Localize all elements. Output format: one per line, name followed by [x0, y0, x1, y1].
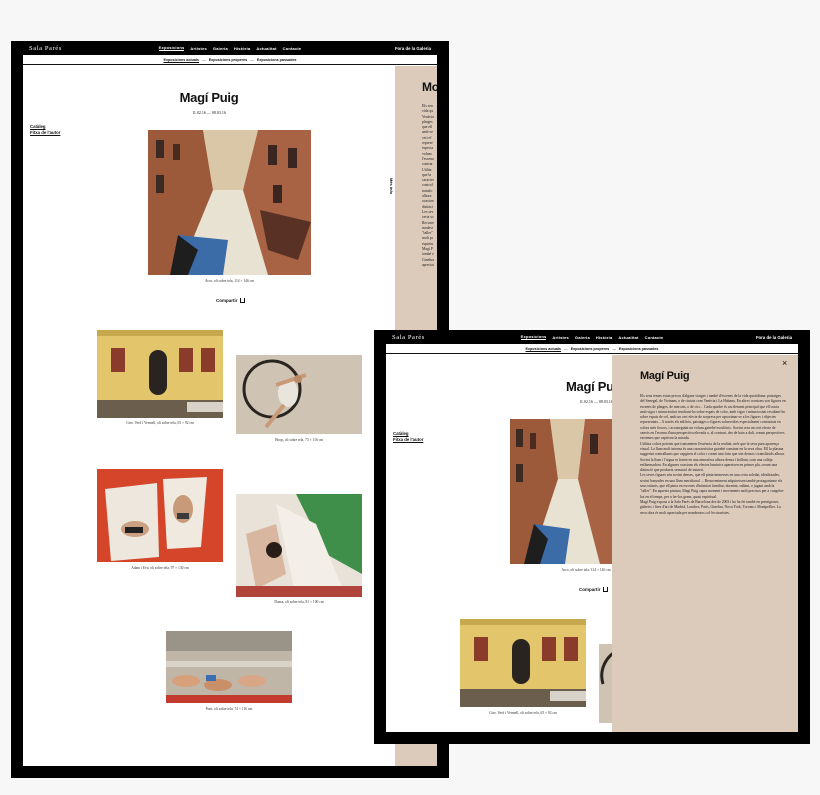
share-label: Compartir [579, 587, 601, 592]
subnav-separator: — [564, 346, 568, 351]
nav-item-historia[interactable]: Història [596, 335, 613, 340]
artwork-thumb-2[interactable] [236, 355, 362, 434]
artwork-caption: Pont, oli sobre tela, 74 × 116 cm [205, 707, 253, 711]
artwork-thumb-4[interactable] [236, 494, 362, 597]
venice-facade-painting [97, 330, 223, 418]
artwork-thumb-3[interactable] [97, 469, 223, 562]
venice-canal-painting [510, 419, 612, 564]
nav-item-exposicions[interactable]: Exposicions [520, 334, 547, 340]
artwork-thumb-5[interactable] [166, 631, 292, 703]
side-links: Catàleg Fitxa de l'autor [30, 124, 60, 136]
sub-nav: Exposicions actuals — Exposicions proper… [386, 344, 798, 354]
nav-item-exposicions[interactable]: Exposicions [158, 45, 185, 51]
nav-item-actualitat[interactable]: Actualitat [618, 335, 638, 340]
venice-canal-painting [148, 130, 311, 275]
nav-fair-link[interactable]: Fora de la Galeria [395, 41, 431, 55]
artwork-image-main[interactable] [510, 419, 612, 564]
bio-paragraph: Magí Puig exposa a la Sala Parés de Barc… [640, 499, 781, 515]
subnav-current[interactable]: Exposicions actuals [526, 347, 561, 351]
nav-item-artistes[interactable]: Artistes [552, 335, 569, 340]
nav-item-artistes[interactable]: Artistes [190, 46, 207, 51]
share-icon [602, 587, 608, 592]
subnav-upcoming[interactable]: Exposicions properes [209, 58, 248, 62]
more-info-tab[interactable]: Més info [389, 178, 394, 194]
side-links: Catàleg Fitxa de l'autor [393, 431, 423, 443]
venice-facade-painting [460, 619, 586, 707]
artwork-thumb-1[interactable] [97, 330, 223, 418]
subnav-separator: — [612, 346, 616, 351]
artwork-caption: Dansa, oli sobre tela, 81 × 100 cm [274, 600, 324, 604]
main-nav: Exposicions Artistes Galeria Història Ac… [386, 330, 798, 344]
nav-item-galeria[interactable]: Galeria [213, 46, 228, 51]
subnav-separator: — [202, 57, 206, 62]
artwork-caption: Giro. Verd i Vermell, oli sobre tela, 65… [126, 421, 194, 425]
subnav-separator: — [250, 57, 254, 62]
share-button[interactable]: Compartir [216, 298, 245, 303]
nav-item-contacte[interactable]: Contacte [645, 335, 664, 340]
page-title: Magí Puig [179, 90, 239, 105]
subnav-past[interactable]: Exposicions passades [619, 347, 659, 351]
artist-bio: Els seus temes estan presos d'alguns via… [640, 394, 786, 516]
nav-item-actualitat[interactable]: Actualitat [256, 46, 276, 51]
dancers-flag-painting [236, 494, 362, 597]
bio-paragraph: Els seus temes estan presos d'alguns via… [640, 394, 786, 441]
artwork-caption: Hoop, oli sobre tela, 73 × 116 cm [274, 438, 324, 442]
artwork-caption: Adam i Eva, oli sobre tela, 97 × 130 cm [131, 566, 189, 570]
artwork-image-main[interactable] [148, 130, 311, 275]
artist-info-panel: Magí Puig × Els seus temes estan presos … [612, 355, 798, 732]
bio-paragraph: Utilitza colors potents que transmeten l… [640, 441, 785, 473]
info-panel-title: Magí Puig [640, 370, 690, 382]
info-panel-text: Els seu vida qu Venècia platges que ell amb v… [422, 104, 437, 268]
exhibition-dates: 11.02.16 — 08.03.16 [192, 110, 226, 115]
share-icon [239, 298, 245, 303]
main-nav: Exposicions Artistes Galeria Història Ac… [23, 41, 437, 55]
info-panel-title: Mo [422, 80, 437, 94]
nav-item-historia[interactable]: Història [234, 46, 251, 51]
nav-item-galeria[interactable]: Galeria [575, 335, 590, 340]
beach-figures-painting [97, 469, 223, 562]
artwork-caption: Giro. Verd i Vermell, oli sobre tela, 65… [489, 711, 557, 715]
nav-item-contacte[interactable]: Contacte [283, 46, 302, 51]
info-panel-line: apreciat [422, 262, 434, 267]
bio-paragraph: Les seves figures són sovint denses, que… [640, 473, 785, 499]
artist-sheet-link[interactable]: Fitxa de l'autor [30, 130, 60, 136]
page-window-front: Sala Parés Exposicions Artistes Galeria … [386, 330, 798, 732]
artwork-caption: Arco, oli sobre tela, 114 × 146 cm [204, 279, 255, 283]
subnav-current[interactable]: Exposicions actuals [164, 58, 199, 62]
share-label: Compartir [216, 298, 238, 303]
share-button[interactable]: Compartir [579, 587, 608, 592]
subnav-past[interactable]: Exposicions passades [257, 58, 297, 62]
close-icon[interactable]: × [782, 359, 787, 368]
sunbathers-painting [166, 631, 292, 703]
artist-sheet-link[interactable]: Fitxa de l'autor [393, 437, 423, 443]
subnav-upcoming[interactable]: Exposicions properes [571, 347, 610, 351]
artwork-thumb-1[interactable] [460, 619, 586, 707]
aerial-hoop-painting [236, 355, 362, 434]
nav-fair-link[interactable]: Fora de la Galeria [756, 330, 792, 344]
sub-nav: Exposicions actuals — Exposicions proper… [23, 55, 437, 65]
